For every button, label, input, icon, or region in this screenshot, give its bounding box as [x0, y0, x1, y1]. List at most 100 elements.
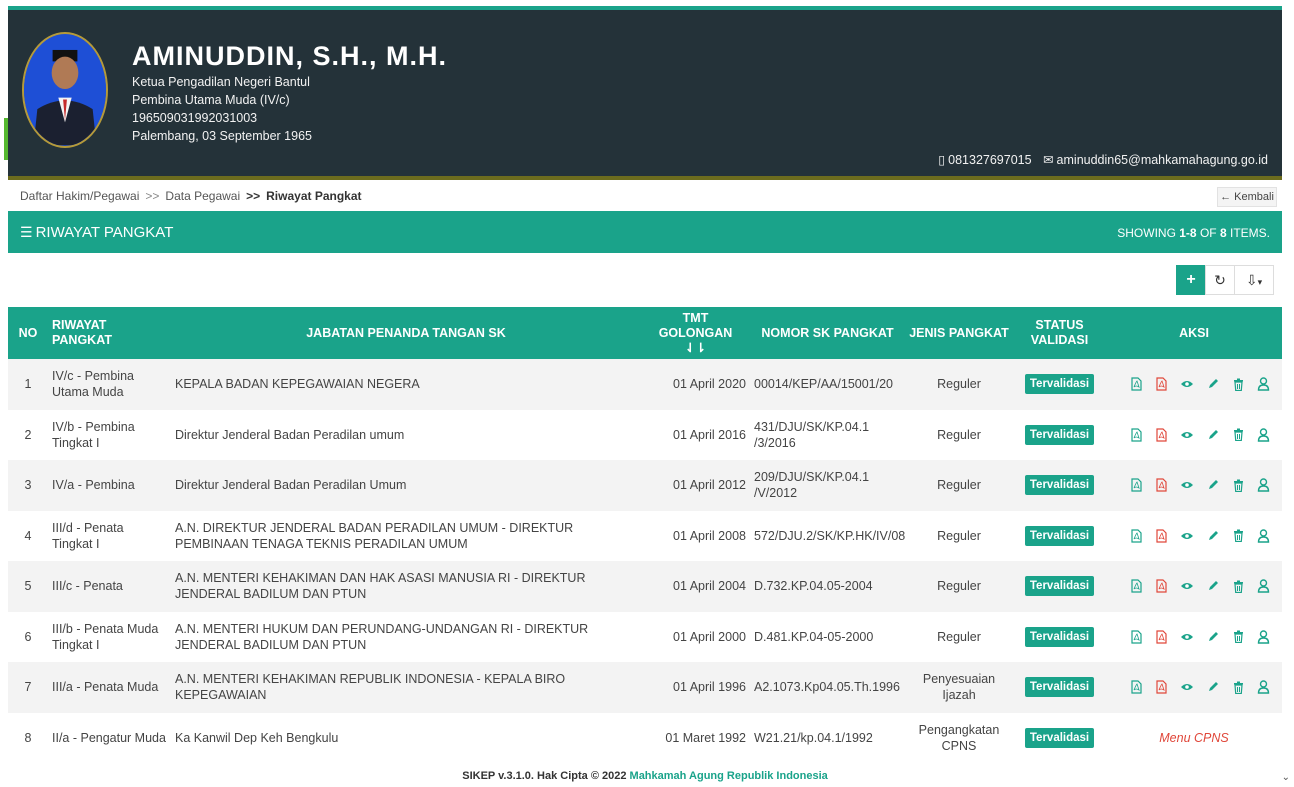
back-button[interactable]: ← Kembali — [1217, 187, 1277, 207]
row-actions — [1106, 359, 1282, 410]
user-button[interactable] — [1256, 376, 1272, 392]
trash-icon — [1233, 681, 1244, 694]
row-riwayat: III/b - Penata Muda Tingkat I — [52, 621, 159, 652]
table-row: 8 II/a - Pengatur Muda Ka Kanwil Dep Keh B… — [8, 712, 1282, 764]
pencil-icon — [1207, 429, 1219, 441]
pencil-icon — [1207, 378, 1219, 390]
row-jabatan: KEPALA BADAN KEPEGAWAIAN NEGERA — [175, 377, 420, 392]
download-pdf-button[interactable] — [1154, 679, 1170, 695]
user-button[interactable] — [1256, 528, 1272, 544]
row-tmt: 01 April 2016 — [673, 427, 746, 442]
view-button[interactable] — [1179, 528, 1195, 544]
view-pdf-button[interactable] — [1128, 629, 1144, 645]
delete-button[interactable] — [1230, 427, 1246, 443]
user-button[interactable] — [1256, 578, 1272, 594]
edit-button[interactable] — [1205, 679, 1221, 695]
profile-header: AMINUDDIN, S.H., M.H. Ketua Pengadilan N… — [8, 10, 1282, 176]
download-pdf-button[interactable] — [1154, 477, 1170, 493]
view-pdf-button[interactable] — [1128, 427, 1144, 443]
refresh-button[interactable]: ↻ — [1205, 265, 1235, 295]
delete-button[interactable] — [1230, 578, 1246, 594]
status-badge: Tervalidasi — [1024, 677, 1095, 698]
edit-button[interactable] — [1205, 578, 1221, 594]
row-jenis: Reguler — [937, 377, 981, 392]
row-tmt: 01 April 2004 — [673, 579, 746, 594]
summary-suffix: ITEMS. — [1229, 226, 1270, 240]
breadcrumb-link-data-pegawai[interactable]: Data Pegawai — [165, 189, 240, 203]
view-pdf-button[interactable] — [1128, 376, 1144, 392]
view-button[interactable] — [1179, 578, 1195, 594]
export-button[interactable]: ⇩▾ — [1234, 265, 1274, 295]
delete-button[interactable] — [1230, 376, 1246, 392]
download-pdf-button[interactable] — [1154, 528, 1170, 544]
row-riwayat: IV/b - Pembina Tingkat I — [52, 419, 135, 450]
scroll-down-icon[interactable]: ⌄ — [1282, 772, 1290, 783]
edit-button[interactable] — [1205, 477, 1221, 493]
status-badge: Tervalidasi — [1024, 374, 1095, 395]
profile-name: AMINUDDIN, S.H., M.H. — [132, 41, 447, 71]
view-button[interactable] — [1179, 679, 1195, 695]
download-pdf-button[interactable] — [1154, 578, 1170, 594]
view-pdf-button[interactable] — [1128, 578, 1144, 594]
download-pdf-button[interactable] — [1154, 629, 1170, 645]
row-tmt: 01 April 1996 — [673, 680, 746, 695]
row-jenis: Reguler — [937, 528, 981, 543]
add-button[interactable]: + — [1176, 265, 1206, 295]
header-tmt[interactable]: TMT GOLONGAN ⇃⇂ — [641, 307, 750, 359]
view-button[interactable] — [1179, 376, 1195, 392]
view-button[interactable] — [1179, 477, 1195, 493]
footer: SIKEP v.3.1.0. Hak Cipta © 2022 Mahkamah… — [8, 770, 1282, 782]
footer-link[interactable]: Mahkamah Agung Republik Indonesia — [630, 770, 828, 782]
pencil-icon — [1207, 580, 1219, 592]
table-body: 1 IV/c - Pembina Utama Muda KEPALA BADAN K… — [8, 359, 1282, 763]
phone-icon: ▯ — [938, 153, 946, 167]
row-riwayat: IV/c - Pembina Utama Muda — [52, 369, 134, 400]
delete-button[interactable] — [1230, 679, 1246, 695]
view-pdf-button[interactable] — [1128, 528, 1144, 544]
edit-button[interactable] — [1205, 376, 1221, 392]
summary-range: 1-8 — [1179, 226, 1197, 240]
view-button[interactable] — [1179, 629, 1195, 645]
trash-icon — [1233, 630, 1244, 644]
user-icon — [1257, 529, 1270, 543]
trash-icon — [1233, 529, 1244, 543]
status-badge: Tervalidasi — [1024, 576, 1095, 597]
header-status: STATUS VALIDASI — [1030, 318, 1089, 347]
delete-button[interactable] — [1230, 629, 1246, 645]
profile-email[interactable]: aminuddin65@mahkamahagung.go.id — [1057, 153, 1268, 167]
view-pdf-button[interactable] — [1128, 679, 1144, 695]
status-badge: Tervalidasi — [1024, 424, 1095, 445]
download-pdf-button[interactable] — [1154, 427, 1170, 443]
user-icon — [1257, 377, 1270, 391]
edit-button[interactable] — [1205, 629, 1221, 645]
pencil-icon — [1207, 631, 1219, 643]
view-pdf-button[interactable] — [1128, 477, 1144, 493]
contact-info: ▯ 081327697015 ✉ aminuddin65@mahkamahagung… — [935, 152, 1268, 167]
user-button[interactable] — [1256, 477, 1272, 493]
profile-birth: Palembang, 03 September 1965 — [132, 129, 312, 143]
breadcrumb-link-daftar[interactable]: Daftar Hakim/Pegawai — [20, 189, 139, 203]
row-tmt: 01 April 2000 — [673, 629, 746, 644]
delete-button[interactable] — [1230, 528, 1246, 544]
header-jabatan: JABATAN PENANDA TANGAN SK — [306, 325, 506, 340]
view-button[interactable] — [1179, 427, 1195, 443]
edit-button[interactable] — [1205, 528, 1221, 544]
table-row: 7 III/a - Penata Muda A.N. MENTERI KEHAKIM… — [8, 662, 1282, 713]
header-riwayat: RIWAYAT PANGKAT — [52, 318, 112, 347]
row-no: 8 — [24, 730, 32, 745]
menu-cpns-link[interactable]: Menu CPNS — [1110, 730, 1278, 746]
download-pdf-button[interactable] — [1154, 376, 1170, 392]
row-nomor: A2.1073.Kp04.05.Th.1996 — [754, 680, 900, 695]
eye-icon — [1180, 581, 1194, 591]
row-status: Tervalidasi — [1013, 713, 1106, 764]
pdf-icon — [1155, 428, 1168, 442]
user-button[interactable] — [1256, 629, 1272, 645]
trash-icon — [1233, 378, 1244, 391]
export-icon: ⇩ — [1245, 272, 1258, 288]
user-button[interactable] — [1256, 427, 1272, 443]
edit-button[interactable] — [1205, 427, 1221, 443]
pdf-icon — [1155, 478, 1168, 492]
delete-button[interactable] — [1230, 477, 1246, 493]
user-button[interactable] — [1256, 679, 1272, 695]
profile-position: Ketua Pengadilan Negeri Bantul — [132, 75, 310, 89]
